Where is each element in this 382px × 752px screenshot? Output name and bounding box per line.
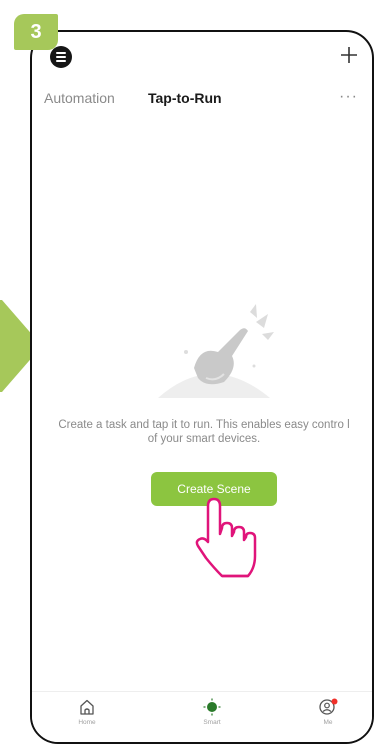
top-bar xyxy=(32,32,372,92)
tab-automation[interactable]: Automation xyxy=(44,90,115,106)
nav-me[interactable]: Me xyxy=(298,698,358,726)
home-icon xyxy=(80,699,94,715)
nav-smart-label: Smart xyxy=(203,719,221,726)
app-logo-icon[interactable] xyxy=(50,46,72,68)
nav-home[interactable]: Home xyxy=(57,698,117,726)
more-options-icon[interactable]: ··· xyxy=(339,88,358,106)
empty-state-text: Create a task and tap it to run. This en… xyxy=(58,419,350,445)
nav-me-label: Me xyxy=(323,719,333,726)
bottom-nav: Home Smart Me xyxy=(32,691,372,742)
hand-pointer-icon xyxy=(195,497,257,578)
plus-icon[interactable] xyxy=(338,44,360,66)
tap-hand-illustration xyxy=(158,304,274,398)
profile-icon xyxy=(319,698,338,715)
smart-icon xyxy=(203,698,221,716)
nav-home-label: Home xyxy=(78,719,96,726)
tab-tap-to-run[interactable]: Tap-to-Run xyxy=(148,90,222,106)
step-number: 3 xyxy=(30,20,42,43)
step-badge: 3 xyxy=(14,14,58,50)
phone-frame: Automation Tap-to-Run ··· Create a task … xyxy=(30,30,374,744)
nav-smart[interactable]: Smart xyxy=(182,698,242,726)
notification-badge xyxy=(331,698,338,705)
scene-tabs: Automation Tap-to-Run ··· xyxy=(44,88,362,114)
